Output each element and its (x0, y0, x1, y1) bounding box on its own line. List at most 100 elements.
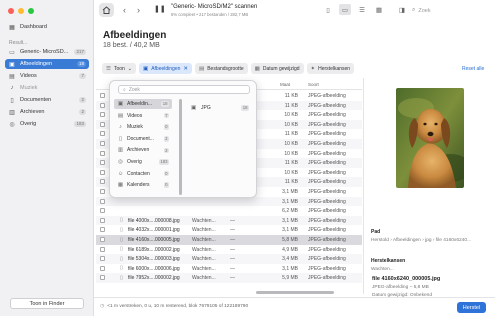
row-checkbox[interactable] (100, 275, 105, 281)
show-in-finder-button[interactable]: Toon in Finder (10, 298, 84, 309)
table-row[interactable]: ▯ file 6000x....000006.jpg Wachten... — 3,1 … (96, 264, 362, 274)
forward-button[interactable]: › (137, 4, 140, 16)
file-name: file 4032x....000001.jpg (128, 227, 180, 234)
popover-item-contact[interactable]: ☺ Contacten 0 (114, 169, 172, 179)
popover-subitem-jpg[interactable]: ▣ JPG 18 (188, 103, 252, 113)
file-size: 4,9 MB (282, 246, 298, 253)
table-row[interactable]: ▯ file 7952x....000002.jpg Wachten... — 5,9 … (96, 273, 362, 283)
file-icon: ▯ (120, 274, 123, 281)
sidebar-item-drive[interactable]: ▭ Generic- MicroSD... 217 (5, 47, 89, 57)
row-checkbox[interactable] (100, 112, 105, 118)
file-date: — (230, 275, 235, 282)
sidebar-item-documenten[interactable]: ▯ Documenten 2 (5, 95, 89, 105)
size-icon: ▤ (199, 65, 205, 72)
row-checkbox[interactable] (100, 131, 105, 137)
sidebar-item-archieven[interactable]: ▥ Archieven 2 (5, 107, 89, 117)
reset-filters-link[interactable]: Reset alle (462, 66, 484, 72)
popover-item-calendar[interactable]: ▦ Kalenders 0 (114, 180, 172, 190)
file-type: JPEG-afbeelding (308, 189, 346, 195)
row-checkbox[interactable] (100, 256, 105, 262)
toon-filter[interactable]: ☰ Toon ⌄ (102, 63, 136, 74)
popover-item-music[interactable]: ♪ Muziek 0 (114, 122, 172, 132)
recover-button[interactable]: Herstel (457, 302, 486, 313)
page-subtitle: 18 best. / 40,2 MB (103, 42, 160, 49)
back-button[interactable]: ‹ (123, 4, 126, 16)
row-checkbox[interactable] (100, 227, 105, 233)
file-icon: ▯ (120, 217, 123, 224)
table-row[interactable]: 3,1 MB JPEG-afbeelding (96, 196, 362, 207)
sidebar-item-dashboard[interactable]: ▦ Dashboard (5, 22, 89, 32)
close-icon[interactable]: ✕ (183, 66, 188, 72)
row-checkbox[interactable] (100, 141, 105, 146)
date-filter[interactable]: ▦ Datum gewijzigd (250, 63, 304, 74)
file-size: 10 KB (284, 150, 298, 157)
close-window-button[interactable] (8, 8, 14, 14)
popover-item-archive[interactable]: ▥ Archieven 2 (114, 145, 172, 155)
row-checkbox[interactable] (100, 265, 105, 271)
popover-item-other[interactable]: ◎ Overig 183 (114, 157, 172, 167)
size-filter[interactable]: ▤ Bestandsgrootte (195, 63, 248, 74)
file-date: — (230, 237, 235, 243)
row-checkbox[interactable] (100, 169, 105, 175)
afbeeldingen-filter[interactable]: ▣ Afbeeldingen ✕ (138, 63, 192, 74)
table-row[interactable]: ▯ file 4032x....000001.jpg Wachten... — 3,1 … (96, 225, 362, 235)
row-checkbox[interactable] (100, 237, 105, 242)
home-icon (102, 6, 111, 14)
table-row[interactable]: 6,2 MB JPEG-afbeelding (96, 206, 362, 216)
row-checkbox[interactable] (100, 208, 105, 214)
file-type: JPEG-afbeelding (308, 179, 346, 186)
table-row[interactable]: ▯ file 6189x....000002.jpg Wachten... — 4,9 … (96, 245, 362, 255)
file-date: — (230, 217, 235, 224)
file-name: file 4000x....000008.jpg (128, 217, 180, 224)
folder-view-icon[interactable]: ▭ (339, 4, 351, 15)
table-row[interactable]: ▯ file 5304x....000003.jpg Wachten... — 3,4 … (96, 254, 362, 264)
app-window: ▦ Dashboard Result... ▭ Generic- MicroSD… (0, 0, 495, 316)
home-button[interactable] (99, 3, 114, 17)
filter-icon: ☰ (106, 65, 111, 72)
zoom-window-button[interactable] (28, 8, 34, 14)
calendar-icon: ▦ (117, 182, 124, 189)
recovery-chances-filter[interactable]: ✦ Herstelkansen (306, 63, 355, 74)
horizontal-scrollbar[interactable] (256, 291, 334, 294)
sidebar-item-overig[interactable]: ◎ Overig 183 (5, 119, 89, 129)
row-checkbox[interactable] (100, 217, 105, 223)
file-size: 11 KB (284, 179, 298, 186)
row-checkbox[interactable] (100, 102, 105, 108)
row-checkbox[interactable] (100, 121, 105, 127)
file-size: 3,1 MB (282, 265, 298, 272)
table-row[interactable]: ▯ file 4160x....000005.jpg Wachten... — 5,8 … (96, 235, 362, 245)
row-checkbox[interactable] (100, 93, 105, 98)
sidebar-item-videos[interactable]: ▤ Videos 7 (5, 71, 89, 81)
minimize-window-button[interactable] (18, 8, 24, 14)
search-field[interactable]: ⌕ Zoek (412, 5, 488, 16)
row-checkbox[interactable] (100, 189, 105, 194)
sidebar-item-afbeeldingen[interactable]: ▣ Afbeeldingen 18 (5, 59, 89, 69)
popover-search-input[interactable]: ⌕ Zoek (118, 85, 250, 94)
popover-item-document[interactable]: ▯ Document... 2 (114, 134, 172, 144)
popover-item-image[interactable]: ▣ Afbeeldin... 18 (114, 99, 172, 109)
row-checkbox[interactable] (100, 160, 105, 166)
file-size: 5,8 MB (282, 237, 298, 243)
list-view-icon[interactable]: ☰ (356, 4, 368, 15)
row-checkbox[interactable] (100, 246, 105, 252)
music-icon: ♪ (119, 124, 122, 131)
grid-view-icon[interactable]: ▦ (373, 4, 385, 15)
row-checkbox[interactable] (100, 179, 105, 185)
file-type: JPEG-afbeelding (308, 198, 346, 205)
popover-scrollbar[interactable] (179, 99, 182, 195)
table-row[interactable]: ▯ file 4000x....000008.jpg Wachten... — 3,1 … (96, 215, 362, 226)
file-size: 10 KB (284, 112, 298, 119)
sidebar-toggle-icon[interactable]: ◨ (396, 4, 408, 15)
column-type[interactable]: Soort (308, 82, 319, 87)
file-status: Wachten... (192, 227, 216, 234)
pause-button[interactable]: ❚❚ (154, 4, 166, 16)
search-icon: ⌕ (412, 7, 416, 13)
document-view-icon[interactable]: ▯ (322, 4, 334, 15)
sidebar-item-muziek[interactable]: ♪ Muziek (5, 83, 89, 93)
row-checkbox[interactable] (100, 198, 105, 204)
column-size[interactable]: Maat (280, 82, 290, 87)
contact-icon: ☺ (117, 170, 124, 177)
row-checkbox[interactable] (100, 150, 105, 156)
preview-image[interactable] (396, 88, 464, 188)
popover-item-video[interactable]: ▤ Videos 7 (114, 111, 172, 121)
